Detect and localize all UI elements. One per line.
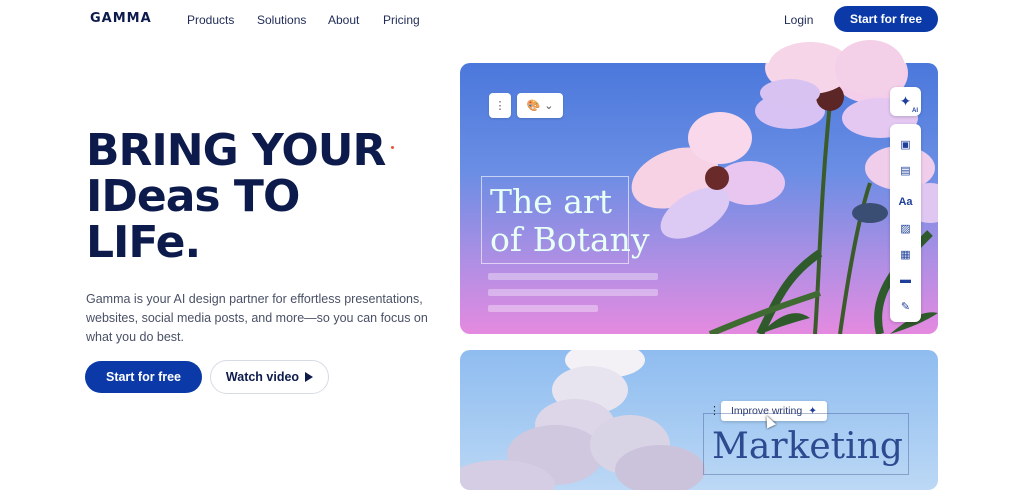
hero-headline: BRING YOUR IDeas TO LIFe. (86, 125, 386, 268)
palette-icon: 🎨 (526, 100, 541, 112)
card1-title-line1[interactable]: The art (490, 182, 612, 221)
headline-line-2: IDeas TO (86, 171, 300, 222)
nav-pricing[interactable]: Pricing (383, 13, 420, 27)
embed-icon[interactable]: ▬ (890, 274, 921, 286)
start-free-button[interactable]: Start for free (85, 361, 202, 393)
card-more-icon[interactable]: ⋮ (489, 93, 511, 118)
side-toolbar: ▣ ▤ Aa ▨ ▦ ▬ ✎ (890, 124, 921, 322)
hero-subtitle: Gamma is your AI design partner for effo… (86, 292, 428, 344)
ai-badge: AI (912, 108, 918, 114)
card-toolbar: ⋮ 🎨 ⌄ (489, 93, 563, 118)
nav-start-free-button[interactable]: Start for free (834, 6, 938, 32)
text-placeholder-1 (488, 273, 658, 280)
layout-icon[interactable]: ▤ (890, 164, 921, 177)
video-icon[interactable]: ▦ (890, 248, 921, 261)
chevron-down-icon: ⌄ (544, 100, 554, 112)
text-style-icon[interactable]: Aa (890, 196, 921, 208)
nav-products[interactable]: Products (187, 13, 234, 27)
headline-line-3: LIFe. (86, 217, 201, 268)
theme-picker[interactable]: 🎨 ⌄ (517, 93, 563, 118)
text-placeholder-2 (488, 289, 658, 296)
accent-dot (391, 146, 394, 149)
card2-title[interactable]: Marketing (712, 426, 903, 467)
edit-icon[interactable]: ✎ (890, 300, 921, 313)
text-placeholder-3 (488, 305, 598, 312)
card1-title-line2[interactable]: of Botany (490, 220, 650, 259)
image-icon[interactable]: ▨ (890, 222, 921, 235)
headline-line-1: BRING YOUR (86, 125, 386, 176)
gamma-logo[interactable]: GAMMA (90, 11, 152, 26)
watch-video-label: Watch video (225, 370, 300, 384)
watch-video-button[interactable]: Watch video (210, 360, 329, 394)
login-link[interactable]: Login (784, 13, 813, 27)
sparkle-icon: ✦ (899, 93, 912, 109)
ai-sparkle-button[interactable]: ✦ AI (890, 87, 921, 116)
top-nav: GAMMA Products Solutions About Pricing L… (0, 0, 1024, 38)
shapes-icon[interactable]: ▣ (890, 138, 921, 151)
orchid-overflow (760, 40, 905, 107)
nav-about[interactable]: About (328, 13, 359, 27)
play-icon (305, 372, 314, 382)
nav-solutions[interactable]: Solutions (257, 13, 306, 27)
